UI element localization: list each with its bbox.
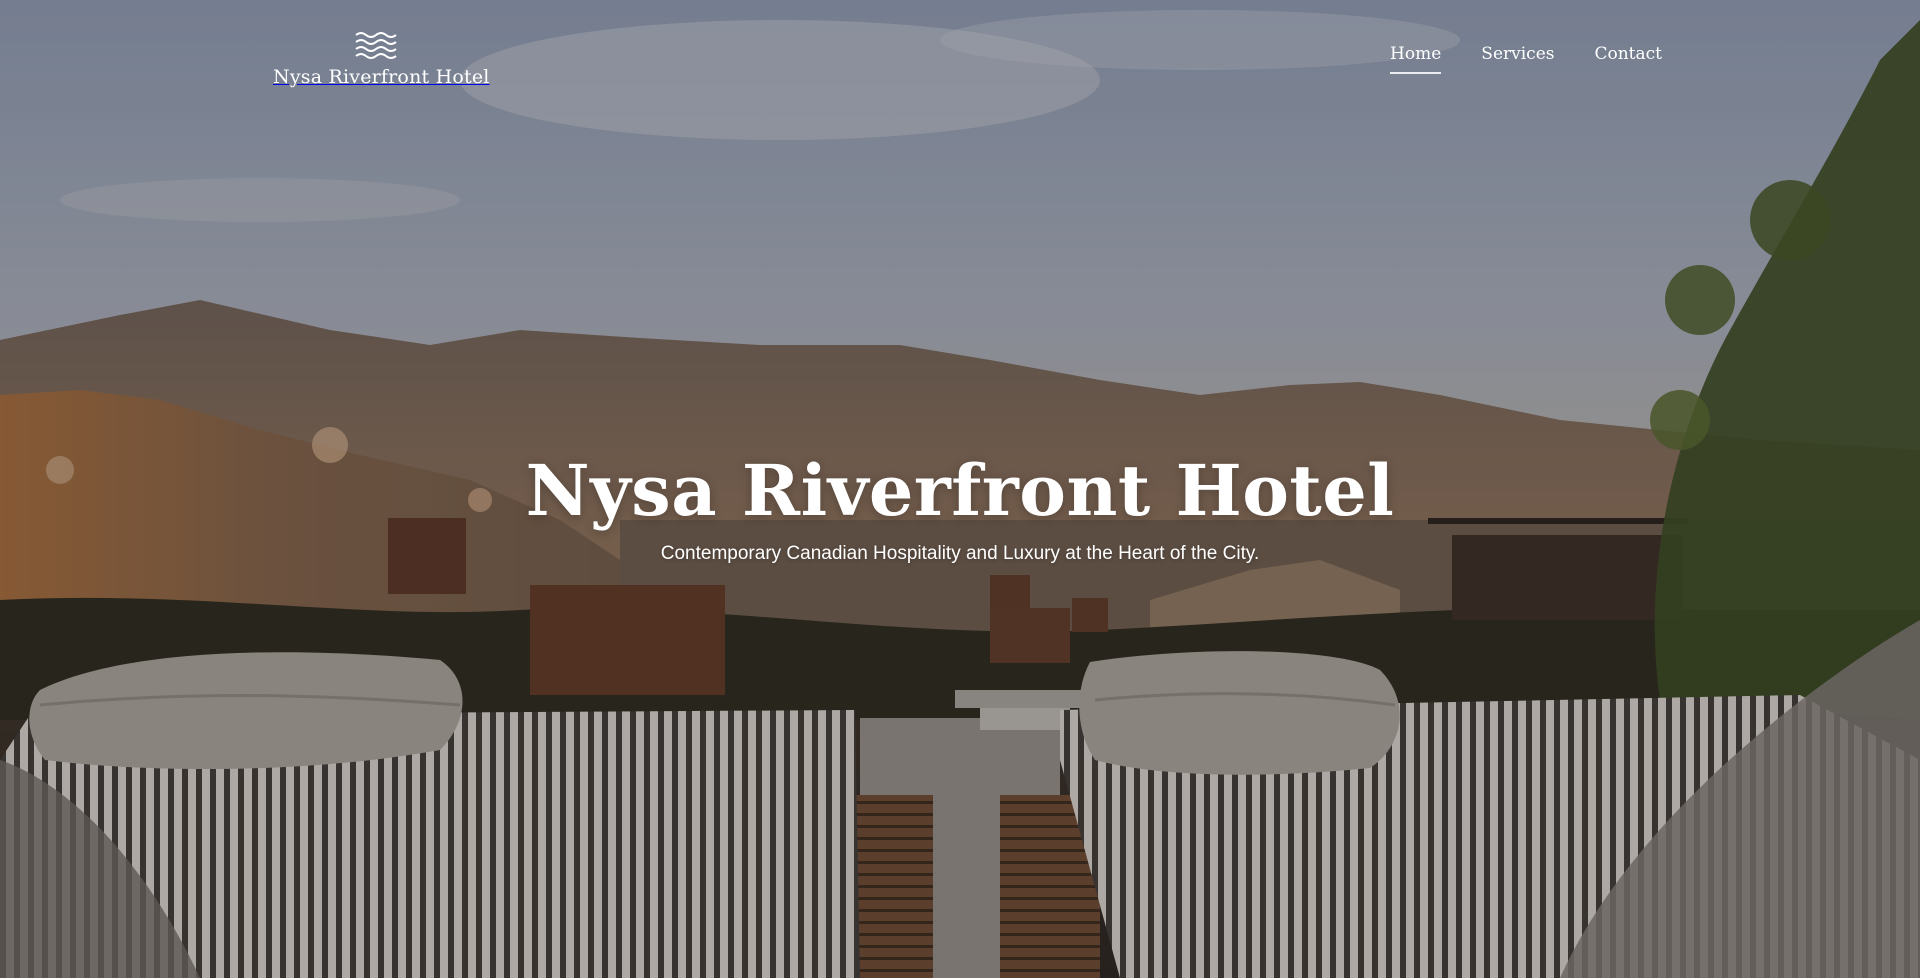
nav-item-contact[interactable]: Contact xyxy=(1594,44,1662,74)
brand-name: Nysa Riverfront Hotel xyxy=(273,66,490,88)
hero-title: Nysa Riverfront Hotel xyxy=(525,449,1395,532)
site-header: Nysa Riverfront Hotel Home Services Cont… xyxy=(0,0,1920,110)
waves-icon xyxy=(354,32,397,59)
nav-item-home[interactable]: Home xyxy=(1390,44,1442,74)
brand-link[interactable]: Nysa Riverfront Hotel xyxy=(273,30,489,88)
main-nav: Home Services Contact xyxy=(1390,44,1662,74)
hero-section: Nysa Riverfront Hotel Home Services Cont… xyxy=(0,0,1920,978)
hero-text-block: Nysa Riverfront Hotel Contemporary Canad… xyxy=(0,452,1920,565)
nav-item-services[interactable]: Services xyxy=(1481,44,1554,74)
hero-subtitle: Contemporary Canadian Hospitality and Lu… xyxy=(660,543,1260,564)
